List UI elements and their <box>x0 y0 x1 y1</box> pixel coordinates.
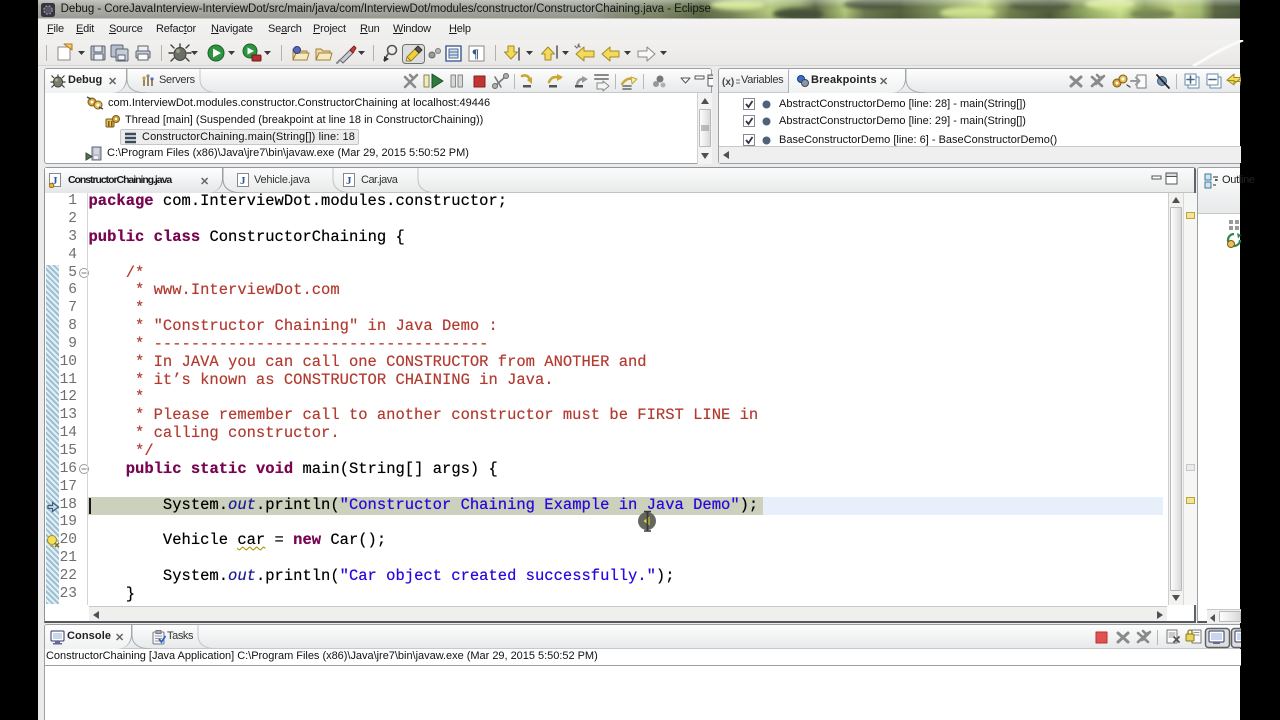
svg-text:J: J <box>346 175 352 187</box>
svg-text:(x): (x) <box>722 77 734 88</box>
svg-text:¶: ¶ <box>472 46 479 61</box>
svg-text:J: J <box>240 175 246 187</box>
